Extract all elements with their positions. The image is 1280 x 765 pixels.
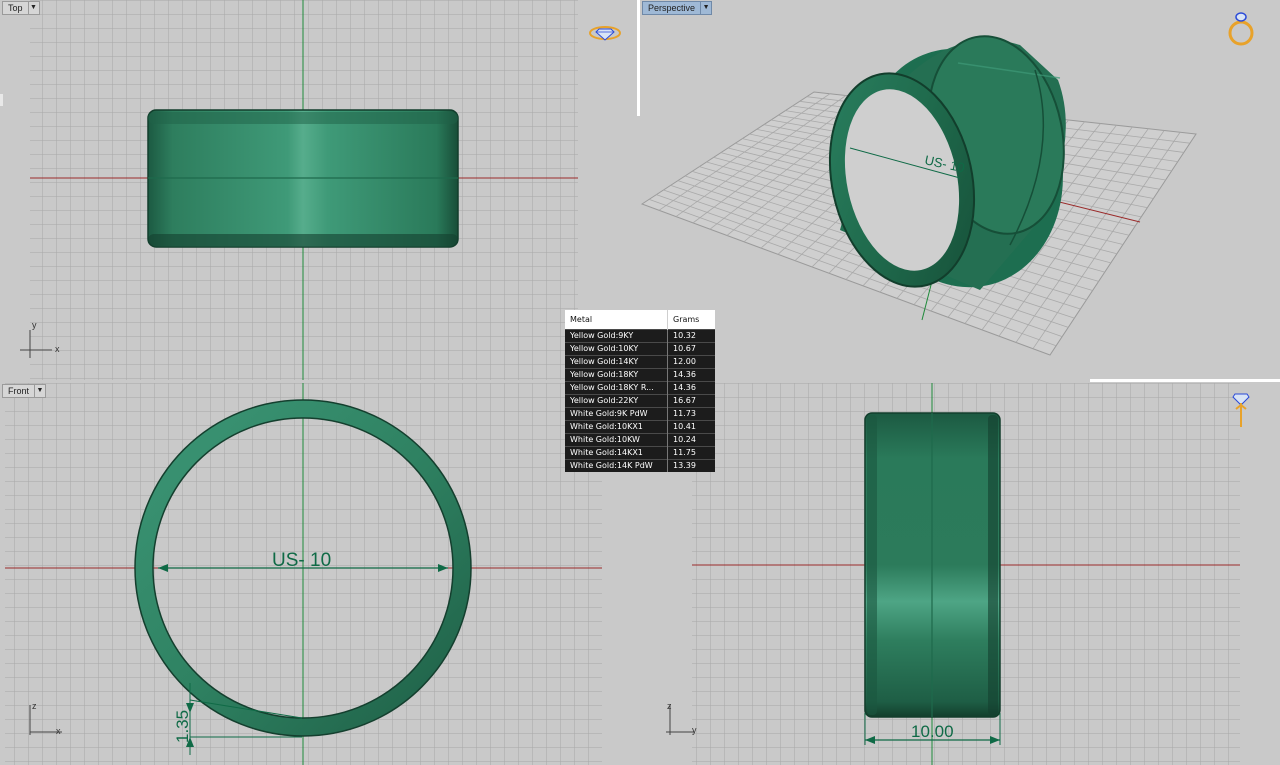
ring-icon[interactable] [1226,10,1256,48]
metal-name-cell: White Gold:14KX1 [565,446,668,460]
table-row: Yellow Gold:18KY R... 14.36 [565,381,715,395]
metal-name-cell: White Gold:14K PdW [565,459,668,472]
front-thickness-label: 1.35 [173,710,192,743]
front-canvas: US- 10 1.35 [5,383,602,765]
grams-cell: 10.41 [667,420,715,434]
metal-name-cell: Yellow Gold:10KY [565,342,668,356]
viewport-title-front[interactable]: Front ▼ [2,384,47,398]
grams-cell: 10.24 [667,433,715,447]
table-row: Yellow Gold:10KY 10.67 [565,342,715,356]
axis-label-z: z [32,701,37,711]
axis-label-x: x [56,726,61,736]
table-row: White Gold:14K PdW 13.39 [565,459,715,472]
table-row: Yellow Gold:14KY 12.00 [565,355,715,369]
metal-name-cell: White Gold:10KX1 [565,420,668,434]
table-row: White Gold:9K PdW 11.73 [565,407,715,421]
metal-name-cell: White Gold:9K PdW [565,407,668,421]
metal-name-cell: Yellow Gold:9KY [565,329,668,343]
viewport-top[interactable]: Top ▼ y x [0,0,637,380]
column-header-metal: Metal [565,310,668,330]
table-row: Yellow Gold:9KY 10.32 [565,329,715,343]
diamond-small-icon[interactable] [1231,389,1251,429]
viewport-separator[interactable] [1090,379,1280,382]
dropdown-arrow-icon[interactable]: ▼ [35,384,47,398]
viewport-label[interactable]: Top [2,1,29,15]
viewport-title-top[interactable]: Top ▼ [2,1,40,15]
grams-cell: 11.73 [667,407,715,421]
right-width-label: 10.00 [911,722,954,741]
table-row: Yellow Gold:18KY 14.36 [565,368,715,382]
dropdown-arrow-icon[interactable]: ▼ [28,1,40,15]
axis-label-z: z [667,701,672,711]
table-row: White Gold:10KX1 10.41 [565,420,715,434]
axis-label-x: x [55,344,60,354]
diamond-icon[interactable] [588,23,622,43]
grams-cell: 10.67 [667,342,715,356]
grams-cell: 16.67 [667,394,715,408]
metal-name-cell: Yellow Gold:14KY [565,355,668,369]
metal-name-cell: Yellow Gold:18KY R... [565,381,668,395]
grams-cell: 14.36 [667,381,715,395]
right-canvas: 10.00 [666,383,1240,765]
metal-weight-table: Metal Grams Yellow Gold:9KY 10.32 Yellow G… [565,310,715,472]
viewport-perspective[interactable]: US- 10 Perspective ▼ [640,0,1280,380]
grams-cell: 14.36 [667,368,715,382]
top-canvas [20,0,578,380]
column-header-grams: Grams [667,310,715,330]
table-row: White Gold:14KX1 11.75 [565,446,715,460]
front-size-label: US- 10 [272,550,331,571]
table-row: Yellow Gold:22KY 16.67 [565,394,715,408]
viewport-right[interactable]: 10.00 z y [640,383,1280,765]
viewport-separator[interactable] [0,94,3,106]
grams-cell: 12.00 [667,355,715,369]
metal-name-cell: Yellow Gold:18KY [565,368,668,382]
grams-cell: 11.75 [667,446,715,460]
viewport-separator[interactable] [637,0,640,116]
viewport-title-perspective[interactable]: Perspective ▼ [642,1,713,15]
grams-cell: 10.32 [667,329,715,343]
perspective-canvas: US- 10 [640,35,1197,356]
metal-name-cell: Yellow Gold:22KY [565,394,668,408]
viewport-front[interactable]: US- 10 1.35 Front ▼ z x [0,383,637,765]
table-row: White Gold:10KW 10.24 [565,433,715,447]
grams-cell: 13.39 [667,459,715,472]
dropdown-arrow-icon[interactable]: ▼ [701,1,713,15]
metal-name-cell: White Gold:10KW [565,433,668,447]
viewport-label[interactable]: Front [2,384,36,398]
axis-label-y: y [692,725,697,735]
axis-label-y: y [32,320,37,330]
viewport-label[interactable]: Perspective [642,1,702,15]
